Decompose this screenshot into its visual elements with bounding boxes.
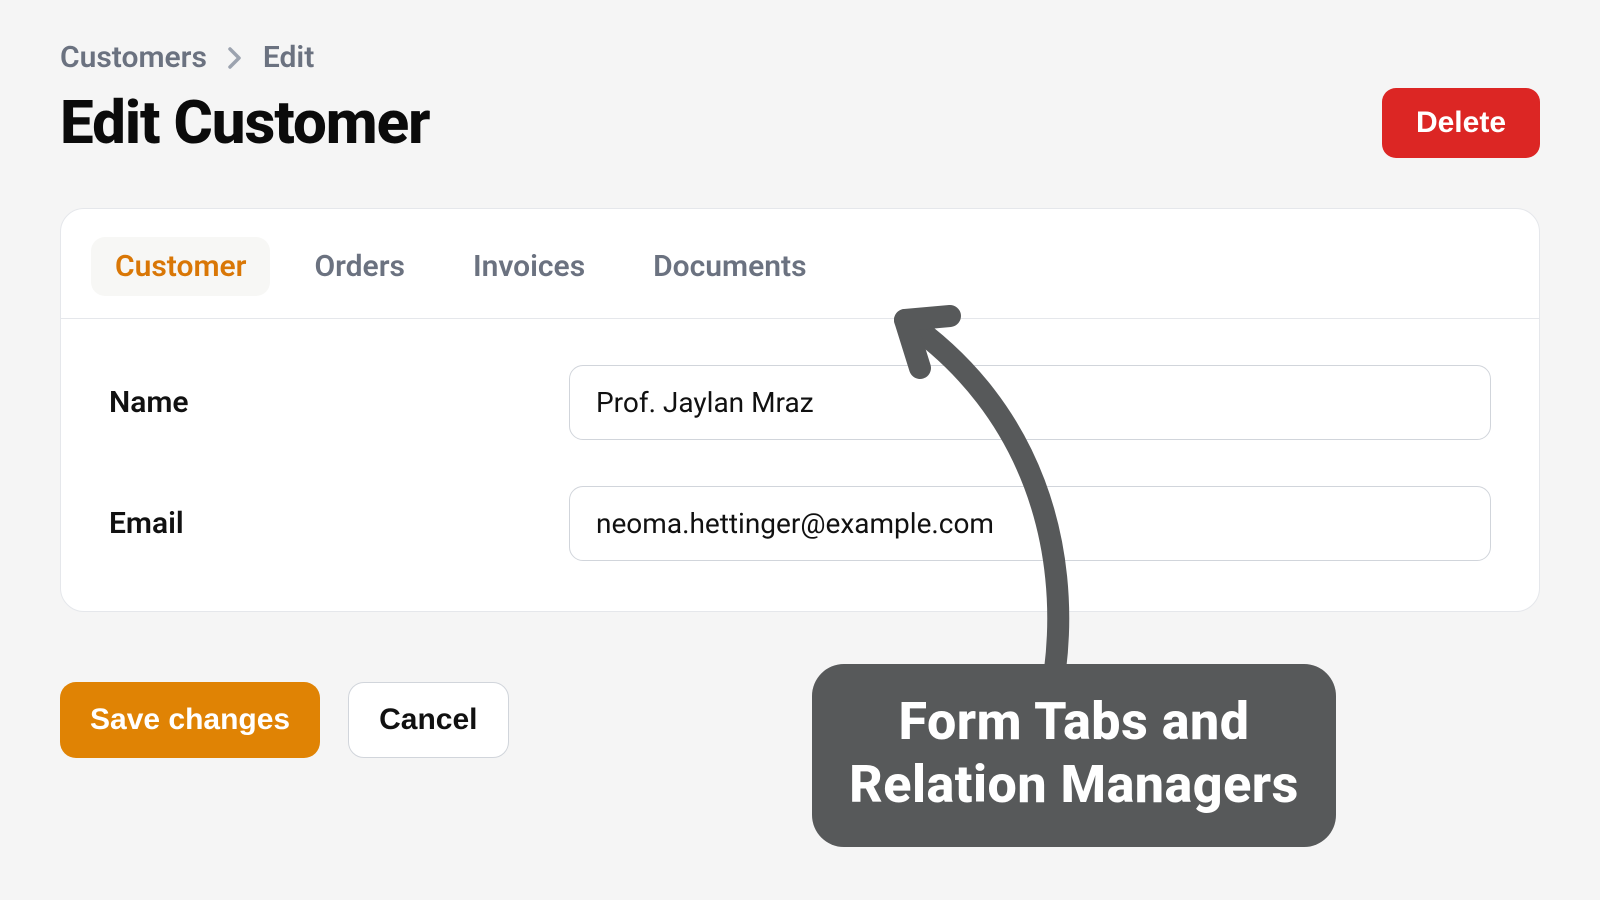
delete-button[interactable]: Delete — [1382, 88, 1540, 158]
breadcrumb: Customers Edit — [60, 40, 1540, 75]
tab-documents[interactable]: Documents — [629, 237, 830, 296]
form-body: Name Email — [61, 319, 1539, 611]
chevron-right-icon — [225, 47, 245, 69]
annotation-line1: Form Tabs and — [842, 690, 1306, 753]
breadcrumb-current: Edit — [263, 40, 314, 75]
tab-invoices[interactable]: Invoices — [449, 237, 609, 296]
cancel-button[interactable]: Cancel — [348, 682, 508, 758]
form-card: Customer Orders Invoices Documents Name … — [60, 208, 1540, 612]
email-field[interactable] — [569, 486, 1491, 561]
annotation-line2: Relation Managers — [842, 753, 1306, 816]
tabs-row: Customer Orders Invoices Documents — [61, 209, 1539, 319]
tab-orders[interactable]: Orders — [290, 237, 428, 296]
breadcrumb-root[interactable]: Customers — [60, 40, 207, 75]
name-field[interactable] — [569, 365, 1491, 440]
tab-customer[interactable]: Customer — [91, 237, 270, 296]
annotation-callout: Form Tabs and Relation Managers — [812, 664, 1336, 847]
name-label: Name — [109, 385, 569, 420]
save-button[interactable]: Save changes — [60, 682, 320, 758]
email-label: Email — [109, 506, 569, 541]
page-title: Edit Customer — [60, 87, 430, 158]
